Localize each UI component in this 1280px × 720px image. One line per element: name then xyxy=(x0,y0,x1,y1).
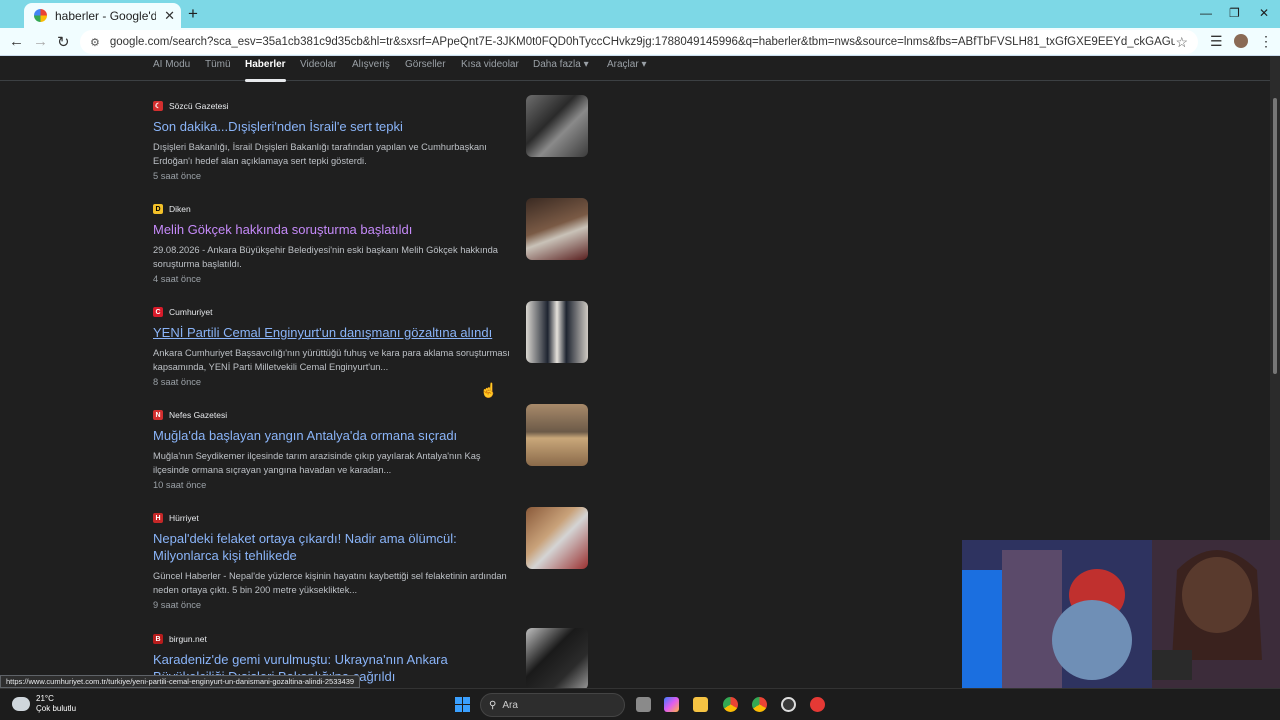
result-snippet: Ankara Cumhuriyet Başsavcılığı'nın yürüt… xyxy=(153,348,510,372)
weather-widget[interactable]: 21°C Çok bulutlu xyxy=(12,694,76,714)
close-tab-icon[interactable]: ✕ xyxy=(164,8,175,24)
result-time: 5 saat önce xyxy=(153,171,202,181)
close-window-icon[interactable]: ✕ xyxy=(1259,6,1269,20)
result-snippet: Muğla'nın Seydikemer ilçesinde tarım ara… xyxy=(153,451,481,475)
webcam-image xyxy=(962,540,1280,688)
cloud-icon xyxy=(12,697,30,711)
result-title-link[interactable]: Son dakika...Dışişleri'nden İsrail'e ser… xyxy=(153,118,513,135)
news-result: ☾ Sözcü Gazetesi Son dakika...Dışişleri'… xyxy=(153,95,593,181)
tab-images[interactable]: Görseller xyxy=(405,59,446,70)
result-thumbnail[interactable] xyxy=(526,628,588,690)
tab-more-label: Daha fazla xyxy=(533,59,581,70)
obs-icon[interactable] xyxy=(781,697,796,712)
bookmark-star-icon[interactable]: ☆ xyxy=(1175,34,1188,51)
browser-tab[interactable]: haberler - Google'da Ara ✕ xyxy=(24,3,181,28)
news-result: N Nefes Gazetesi Muğla'da başlayan yangı… xyxy=(153,404,593,490)
source-name: Cumhuriyet xyxy=(169,307,213,317)
source-name: Hürriyet xyxy=(169,513,199,523)
news-result: H Hürriyet Nepal'deki felaket ortaya çık… xyxy=(153,507,593,610)
browser-toolbar: ← → ↻ ⚙ google.com/search?sca_esv=35a1cb… xyxy=(0,28,1280,56)
weather-condition: Çok bulutlu xyxy=(36,704,77,713)
taskbar-search[interactable]: ⚲ Ara xyxy=(480,693,625,717)
result-time: 10 saat önce xyxy=(153,480,207,490)
chrome-icon[interactable] xyxy=(723,697,738,712)
result-snippet: Dışişleri Bakanlığı, İsrail Dışişleri Ba… xyxy=(153,142,487,166)
tab-title: haberler - Google'da Ara xyxy=(55,8,157,23)
windows-start-icon[interactable] xyxy=(455,697,470,712)
result-thumbnail[interactable] xyxy=(526,404,588,466)
app-icon[interactable] xyxy=(810,697,825,712)
result-title-link[interactable]: Melih Gökçek hakkında soruşturma başlatı… xyxy=(153,221,513,238)
search-tabs-bar: AI Modu Tümü Haberler Videolar Alışveriş… xyxy=(0,56,1270,82)
google-favicon-icon xyxy=(34,9,47,22)
source-name: birgun.net xyxy=(169,634,207,644)
chrome-profile-icon[interactable] xyxy=(752,697,767,712)
forward-icon[interactable]: → xyxy=(33,33,48,50)
restore-icon[interactable]: ❐ xyxy=(1229,6,1240,20)
chevron-down-icon: ▾ xyxy=(641,59,647,70)
source-logo-icon: H xyxy=(153,513,163,523)
tab-tools-label: Araçlar xyxy=(607,59,639,70)
site-info-icon[interactable]: ⚙ xyxy=(90,36,100,49)
news-result: D Diken Melih Gökçek hakkında soruşturma… xyxy=(153,198,593,284)
address-url[interactable]: google.com/search?sca_esv=35a1cb381c9d35… xyxy=(110,36,1176,48)
source-logo-icon: ☾ xyxy=(153,101,163,111)
source-name: Sözcü Gazetesi xyxy=(169,101,229,111)
temperature: 21°C xyxy=(36,694,54,703)
webcam-overlay xyxy=(962,540,1280,688)
mouse-pointer-icon: ☝ xyxy=(480,382,498,398)
result-thumbnail[interactable] xyxy=(526,507,588,569)
chevron-down-icon: ▾ xyxy=(583,59,589,70)
result-title-link[interactable]: YENİ Partili Cemal Enginyurt'un danışman… xyxy=(153,324,513,341)
result-thumbnail[interactable] xyxy=(526,95,588,157)
tab-more[interactable]: Daha fazla ▾ xyxy=(533,59,589,70)
windows-taskbar: 21°C Çok bulutlu ⚲ Ara xyxy=(0,688,1280,720)
minimize-icon[interactable]: — xyxy=(1200,6,1212,20)
tab-all[interactable]: Tümü xyxy=(205,59,231,70)
result-snippet: Güncel Haberler - Nepal'de yüzlerce kişi… xyxy=(153,571,507,595)
source-logo-icon: N xyxy=(153,410,163,420)
browser-titlebar: haberler - Google'da Ara ✕ + — ❐ ✕ xyxy=(0,0,1280,28)
status-bar-url: https://www.cumhuriyet.com.tr/turkiye/ye… xyxy=(0,675,361,688)
tab-ai-mode[interactable]: AI Modu xyxy=(153,59,190,70)
task-view-icon[interactable] xyxy=(636,697,651,712)
source-name: Nefes Gazetesi xyxy=(169,410,228,420)
result-thumbnail[interactable] xyxy=(526,301,588,363)
reload-icon[interactable]: ↻ xyxy=(57,33,70,51)
reading-list-icon[interactable]: ☰ xyxy=(1210,33,1223,50)
news-result: C Cumhuriyet YENİ Partili Cemal Enginyur… xyxy=(153,301,593,387)
tab-videos[interactable]: Videolar xyxy=(300,59,337,70)
tab-shopping[interactable]: Alışveriş xyxy=(352,59,390,70)
result-time: 9 saat önce xyxy=(153,600,202,610)
new-tab-icon[interactable]: + xyxy=(188,4,198,24)
tab-news[interactable]: Haberler xyxy=(245,59,286,82)
source-logo-icon: B xyxy=(153,634,163,644)
result-snippet: 29.08.2026 - Ankara Büyükşehir Belediyes… xyxy=(153,245,498,269)
result-time: 8 saat önce xyxy=(153,377,202,387)
address-bar[interactable]: ⚙ google.com/search?sca_esv=35a1cb381c9d… xyxy=(80,30,1198,54)
search-results-page: AI Modu Tümü Haberler Videolar Alışveriş… xyxy=(0,56,1280,690)
tab-tools[interactable]: Araçlar ▾ xyxy=(607,59,647,70)
result-title-link[interactable]: Nepal'deki felaket ortaya çıkardı! Nadir… xyxy=(153,530,513,564)
scrollbar-thumb[interactable] xyxy=(1273,98,1277,374)
profile-avatar[interactable] xyxy=(1234,34,1248,48)
source-logo-icon: C xyxy=(153,307,163,317)
source-logo-icon: D xyxy=(153,204,163,214)
file-explorer-icon[interactable] xyxy=(693,697,708,712)
tab-short-videos[interactable]: Kısa videolar xyxy=(461,59,519,70)
result-thumbnail[interactable] xyxy=(526,198,588,260)
taskbar-search-placeholder: Ara xyxy=(502,699,518,711)
weather-text: 21°C Çok bulutlu xyxy=(36,694,76,714)
copilot-icon[interactable] xyxy=(664,697,679,712)
source-name: Diken xyxy=(169,204,191,214)
result-title-link[interactable]: Muğla'da başlayan yangın Antalya'da orma… xyxy=(153,427,513,444)
result-time: 4 saat önce xyxy=(153,274,202,284)
search-icon: ⚲ xyxy=(489,699,497,711)
menu-icon[interactable]: ⋮ xyxy=(1259,33,1273,50)
back-icon[interactable]: ← xyxy=(9,33,24,50)
